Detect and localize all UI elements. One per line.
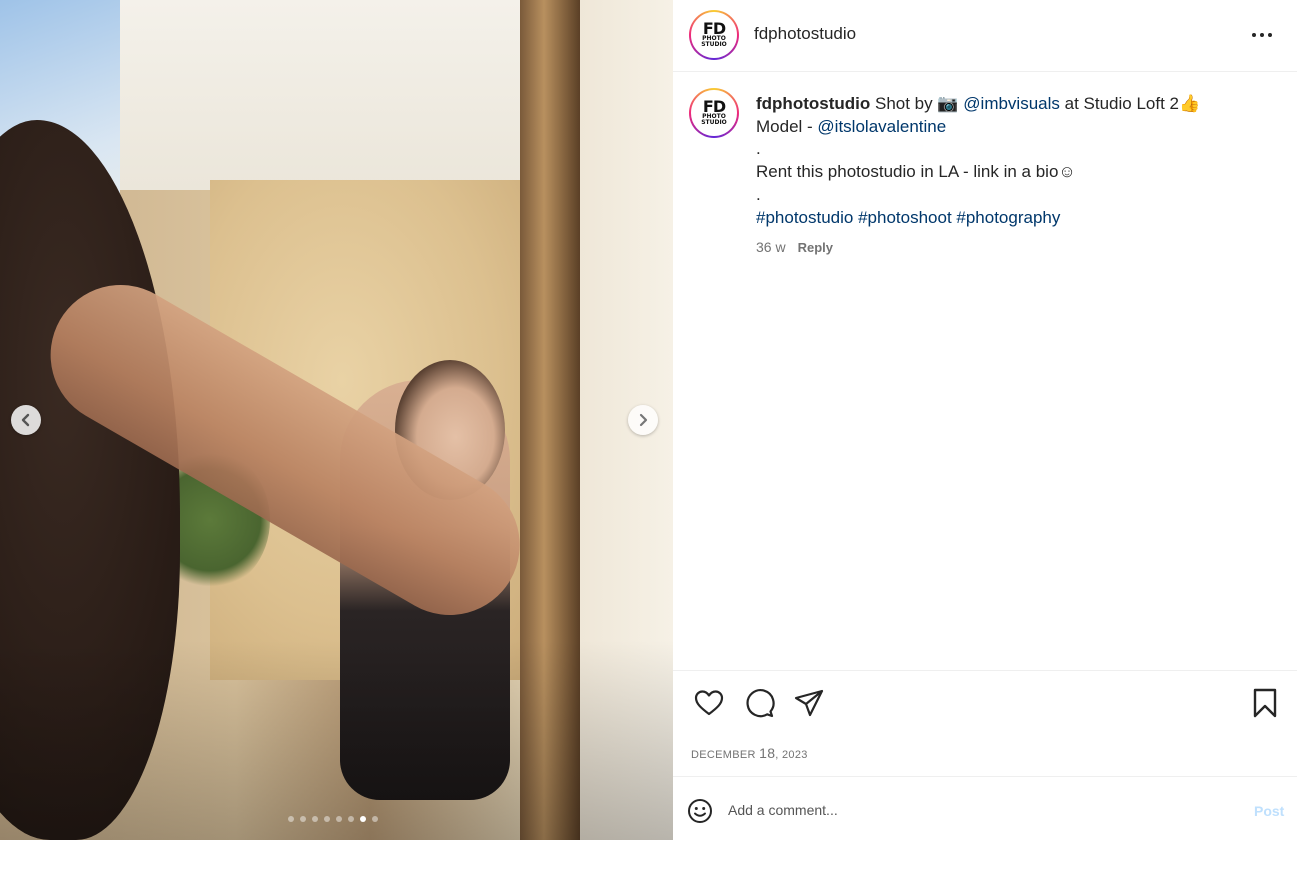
carousel-prev-button[interactable] bbox=[11, 405, 41, 435]
carousel-next-button[interactable] bbox=[628, 405, 658, 435]
carousel-dot bbox=[372, 816, 378, 822]
mention-link[interactable]: @imbvisuals bbox=[963, 94, 1060, 113]
mention-link[interactable]: @itslolavalentine bbox=[817, 117, 946, 136]
reply-button[interactable]: Reply bbox=[798, 240, 833, 255]
caption-avatar[interactable]: FD PHOTO STUDIO bbox=[689, 88, 739, 138]
caption-line: Rent this photostudio in LA - link in a … bbox=[756, 161, 1276, 184]
carousel-dot bbox=[336, 816, 342, 822]
post-date[interactable]: DECEMBER 18, 2023 bbox=[691, 745, 808, 761]
caption-line: Model - @itslolavalentine bbox=[756, 116, 1276, 139]
caption-text: Model - bbox=[756, 116, 813, 136]
carousel-dot bbox=[312, 816, 318, 822]
caption-line: fdphotostudio Shot by 📷 @imbvisuals at S… bbox=[756, 93, 1276, 116]
photo-shadow bbox=[0, 640, 673, 840]
caption-username[interactable]: fdphotostudio bbox=[756, 94, 870, 113]
avatar-logo-line: STUDIO bbox=[701, 119, 727, 126]
header-username[interactable]: fdphotostudio bbox=[754, 24, 856, 44]
carousel-indicator bbox=[288, 816, 378, 822]
post-header: FD PHOTO STUDIO fdphotostudio bbox=[673, 0, 1297, 72]
carousel-dot bbox=[288, 816, 294, 822]
avatar[interactable]: FD PHOTO STUDIO bbox=[689, 10, 739, 60]
caption-text: Shot by bbox=[874, 94, 933, 113]
carousel-dot bbox=[348, 816, 354, 822]
carousel-dot bbox=[300, 816, 306, 822]
caption-line: . bbox=[756, 184, 761, 204]
caption-text: at Studio Loft 2 bbox=[1064, 94, 1180, 113]
chevron-left-icon bbox=[21, 413, 30, 427]
comment-input[interactable] bbox=[728, 798, 1198, 822]
comment-icon[interactable] bbox=[743, 687, 775, 719]
heart-icon[interactable] bbox=[693, 687, 725, 719]
post-date-year: 2023 bbox=[782, 749, 808, 761]
thumbs-up-emoji: 👍 bbox=[1179, 94, 1201, 113]
caption-line: . bbox=[756, 139, 761, 159]
avatar-logo-text: FD bbox=[702, 19, 726, 38]
caption-meta: 36 w Reply bbox=[756, 239, 833, 255]
post-caption: fdphotostudio Shot by 📷 @imbvisuals at S… bbox=[756, 93, 1276, 229]
post-side-panel: FD PHOTO STUDIO fdphotostudio FD PHOTO S… bbox=[673, 0, 1297, 840]
carousel-dot-active bbox=[360, 816, 366, 822]
post-photo bbox=[0, 0, 673, 840]
post-age[interactable]: 36 w bbox=[756, 239, 786, 255]
camera-emoji: 📷 bbox=[937, 94, 959, 113]
post-comment-button[interactable]: Post bbox=[1254, 803, 1284, 819]
caption-text: Rent this photostudio in LA - link in a … bbox=[756, 162, 1059, 182]
chevron-right-icon bbox=[639, 413, 648, 427]
bookmark-icon[interactable] bbox=[1249, 687, 1281, 719]
post-date-month: DECEMBER bbox=[691, 749, 756, 761]
avatar-logo-text: FD bbox=[702, 97, 726, 116]
more-horizontal-icon[interactable] bbox=[1247, 26, 1277, 44]
smile-emoji: ☺ bbox=[1058, 162, 1076, 182]
smiley-icon[interactable] bbox=[687, 798, 713, 824]
post-date-day: 18 bbox=[759, 745, 776, 761]
post-actions: DECEMBER 18, 2023 bbox=[673, 670, 1297, 777]
carousel-dot bbox=[324, 816, 330, 822]
post-media[interactable] bbox=[0, 0, 673, 840]
avatar-logo-line: STUDIO bbox=[701, 41, 727, 48]
comment-bar: Post bbox=[673, 778, 1297, 840]
hashtag-links[interactable]: #photostudio #photoshoot #photography bbox=[756, 207, 1276, 230]
send-icon[interactable] bbox=[793, 687, 825, 719]
